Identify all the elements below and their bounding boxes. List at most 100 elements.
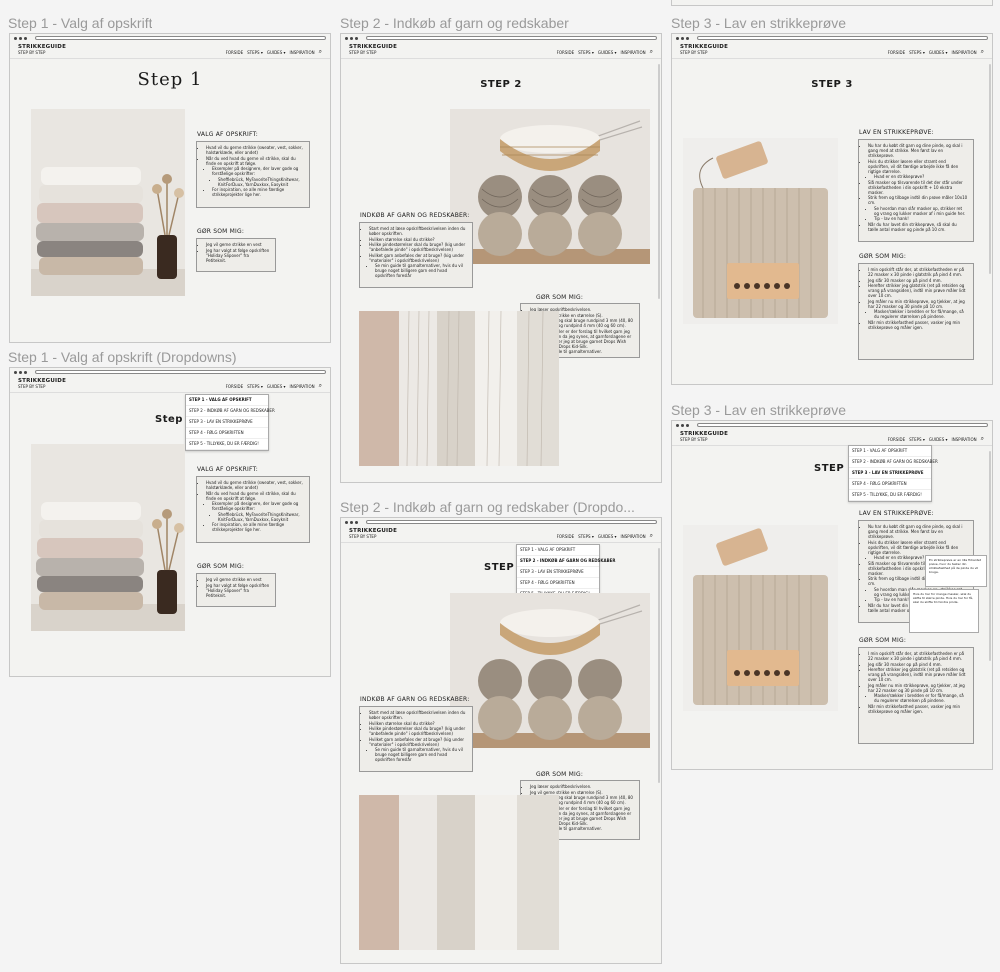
nav-guides[interactable]: GUIDES ▾ (929, 437, 948, 442)
section-title: VALG AF OPSKRIFT: (197, 131, 258, 138)
dropdown-item-step2[interactable]: STEP 2 - INDKØB AF GARN OG REDSKABER (186, 406, 275, 417)
bullet: Jeg vil gerne strikke en vest (206, 242, 270, 247)
site-logo[interactable]: STRIKKEGUIDE STEP BY STEP (18, 378, 66, 390)
dropdown-item-step5[interactable]: STEP 5 - TILLYKKE, DU ER FÆRDIG! (849, 490, 931, 501)
yarn-guide-link[interactable]: Se min guide til garnalternativer, hvis … (375, 747, 467, 762)
tip-link[interactable]: Tip - lav en hank! (874, 216, 968, 221)
swatch-help-link[interactable]: Hvad er en strikkeprøve? (874, 174, 968, 179)
nav-forside[interactable]: FORSIDE (226, 384, 244, 389)
url-bar[interactable] (697, 423, 988, 427)
nav-guides[interactable]: GUIDES ▾ (929, 50, 948, 55)
search-icon[interactable]: ⌕ (319, 48, 322, 56)
dropdown-item-step2[interactable]: STEP 2 - INDKØB AF GARN OG REDSKABER (517, 556, 615, 567)
nav-guides[interactable]: GUIDES ▾ (267, 50, 286, 55)
site-logo[interactable]: STRIKKEGUIDE STEP BY STEP (18, 44, 66, 56)
nav-forside[interactable]: FORSIDE (888, 50, 906, 55)
nav-inspiration[interactable]: INSPIRATION (290, 50, 315, 55)
search-icon[interactable]: ⌕ (650, 532, 653, 540)
url-bar[interactable] (366, 36, 657, 40)
do-as-me-box: Jeg vil gerne strikke en vest Jeg har va… (196, 238, 276, 272)
bullet: Hvilket garn anbefales der at bruge? (ki… (369, 737, 467, 747)
scrollbar[interactable] (989, 64, 991, 274)
yarn-basket-photo (450, 109, 650, 264)
site-logo[interactable]: STRIKKEGUIDE STEP BY STEP (680, 431, 728, 443)
site-logo[interactable]: STRIKKEGUIDE STEP BY STEP (680, 44, 728, 56)
recipe-instructions-box: Hvad vil du gerne strikke (sweater, vest… (196, 476, 310, 543)
scrollbar[interactable] (658, 548, 660, 783)
browser-chrome (10, 34, 330, 42)
dropdown-item-step3[interactable]: STEP 3 - LAV EN STRIKKEPRØVE (849, 468, 931, 479)
nav-forside[interactable]: FORSIDE (557, 534, 575, 539)
steps-dropdown: STEP 1 - VALG AF OPSKRIFT STEP 2 - INDKØ… (185, 394, 275, 451)
scrollbar[interactable] (989, 451, 991, 661)
search-icon[interactable]: ⌕ (981, 48, 984, 56)
url-bar[interactable] (35, 370, 326, 374)
site-header: STRIKKEGUIDE STEP BY STEP FORSIDE STEPS ▾… (341, 42, 661, 59)
designer-links[interactable]: Sheffiebrück, MyFavoriteThingsKnitwear, … (218, 512, 304, 522)
search-icon[interactable]: ⌕ (650, 48, 653, 56)
site-logo[interactable]: STRIKKEGUIDE STEP BY STEP (349, 528, 397, 540)
bullet: Når min strikkefasthed passer, vasker je… (868, 320, 968, 330)
bullet: Når du ved hvad du gerne vil strikke, sk… (206, 491, 304, 501)
nav-guides[interactable]: GUIDES ▾ (267, 384, 286, 389)
search-icon[interactable]: ⌕ (319, 382, 322, 390)
dropdown-item-step4[interactable]: STEP 4 - FØLG OPSKRIFTEN (186, 428, 268, 439)
bullet: Nu har du købt dit garn og dine pinde, o… (868, 524, 968, 539)
dropdown-item-step3[interactable]: STEP 3 - LAV EN STRIKKEPRØVE (186, 417, 268, 428)
nav-inspiration[interactable]: INSPIRATION (621, 50, 646, 55)
bullet: I min opskrift står der, at strikkefasth… (868, 267, 968, 277)
dropdown-item-step2[interactable]: STEP 2 - INDKØB AF GARN OG REDSKABER (849, 457, 938, 468)
dropdown-item-step1[interactable]: STEP 1 - VALG AF OPSKRIFT (849, 446, 931, 457)
mockup-window-step1-dropdowns: STRIKKEGUIDE STEP BY STEP FORSIDE STEPS ▾… (9, 367, 331, 677)
nav-inspiration[interactable]: INSPIRATION (952, 50, 977, 55)
page-title: STEP 2 (480, 79, 522, 90)
url-bar[interactable] (35, 36, 326, 40)
nav-forside[interactable]: FORSIDE (557, 50, 575, 55)
dropdown-item-step4[interactable]: STEP 4 - FØLG OPSKRIFTEN (517, 578, 599, 589)
tooltip-what-is-swatch: En strikkeprøve er en lille firkantet pr… (925, 555, 987, 587)
section-title: VALG AF OPSKRIFT: (197, 466, 258, 473)
bullet: Eksempler på designere, der laver gode o… (212, 501, 304, 511)
nav-steps[interactable]: STEPS ▾ (909, 50, 925, 55)
main-nav: FORSIDE STEPS ▾ GUIDES ▾ INSPIRATION ⌕ (888, 431, 984, 443)
nav-steps[interactable]: STEPS ▾ (247, 384, 263, 389)
nav-inspiration[interactable]: INSPIRATION (290, 384, 315, 389)
designer-links[interactable]: Sheffiebrück, MyFavoriteThingsKnitwear, … (218, 177, 304, 187)
bullet: Hvilke pindestørrelser skal du bruge? (k… (369, 242, 467, 252)
dropdown-item-step3[interactable]: STEP 3 - LAV EN STRIKKEPRØVE (517, 567, 599, 578)
sweater-stack-photo (31, 109, 185, 296)
inspiration-link[interactable]: For inspiration, se alle mine færdige st… (212, 187, 304, 197)
site-logo[interactable]: STRIKKEGUIDE STEP BY STEP (349, 44, 397, 56)
bullet: Jeg har valgt at følge opskriften "Holid… (206, 583, 270, 598)
nav-steps[interactable]: STEPS ▾ (578, 50, 594, 55)
bullet: Herefter strikker jeg glatstrik (ret på … (868, 667, 968, 682)
knit-swatches-photo (359, 795, 559, 950)
bullet: Start med at læse opskriftbeskrivelsen i… (369, 226, 467, 236)
nav-guides[interactable]: GUIDES ▾ (598, 50, 617, 55)
nav-inspiration[interactable]: INSPIRATION (952, 437, 977, 442)
nav-inspiration[interactable]: INSPIRATION (621, 534, 646, 539)
dropdown-item-step1[interactable]: STEP 1 - VALG AF OPSKRIFT (186, 395, 268, 406)
nav-steps[interactable]: STEPS ▾ (247, 50, 263, 55)
url-bar[interactable] (366, 520, 657, 524)
purchase-instructions-box: Start med at læse opskriftbeskrivelsen i… (359, 222, 473, 288)
nav-forside[interactable]: FORSIDE (888, 437, 906, 442)
dropdown-item-step1[interactable]: STEP 1 - VALG AF OPSKRIFT (517, 545, 599, 556)
bullet: Jeg vil gerne strikke en størrelse (S). (530, 790, 634, 795)
nav-steps[interactable]: STEPS ▾ (578, 534, 594, 539)
dropdown-item-step4[interactable]: STEP 4 - FØLG OPSKRIFTEN (849, 479, 931, 490)
yarn-guide-link[interactable]: Se min guide til garnalternativer, hvis … (375, 263, 467, 278)
bullet: Jeg læser opskriftbeskrivelsen. (530, 784, 634, 789)
search-icon[interactable]: ⌕ (981, 435, 984, 443)
nav-guides[interactable]: GUIDES ▾ (598, 534, 617, 539)
guide-link[interactable]: Se hvordan man slår masker op, strikker … (874, 206, 968, 216)
nav-forside[interactable]: FORSIDE (226, 50, 244, 55)
dropdown-item-step5[interactable]: STEP 5 - TILLYKKE, DU ER FÆRDIG! (186, 439, 268, 450)
bullet: Herefter strikker jeg glatstrik (ret på … (868, 283, 968, 298)
nav-steps[interactable]: STEPS ▾ (909, 437, 925, 442)
main-nav: FORSIDE STEPS ▾ GUIDES ▾ INSPIRATION ⌕ (226, 44, 322, 56)
inspiration-link[interactable]: For inspiration, se alle mine færdige st… (212, 522, 304, 532)
url-bar[interactable] (697, 36, 988, 40)
scrollbar[interactable] (658, 64, 660, 299)
section-title: LAV EN STRIKKEPRØVE: (859, 129, 934, 136)
